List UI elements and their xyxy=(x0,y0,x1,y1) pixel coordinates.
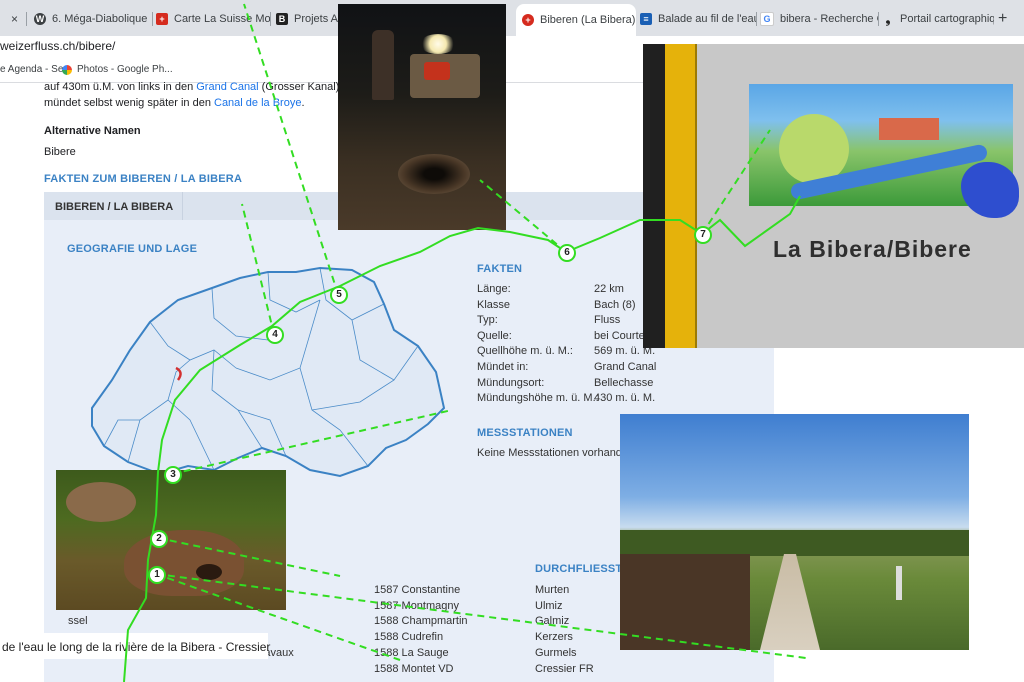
route-marker-3: 3 xyxy=(164,466,182,484)
route-marker-4: 4 xyxy=(266,326,284,344)
route-marker-2: 2 xyxy=(150,530,168,548)
route-marker-7: 7 xyxy=(694,226,712,244)
route-marker-1: 1 xyxy=(148,566,166,584)
route-marker-6: 6 xyxy=(558,244,576,262)
route-marker-5: 5 xyxy=(330,286,348,304)
